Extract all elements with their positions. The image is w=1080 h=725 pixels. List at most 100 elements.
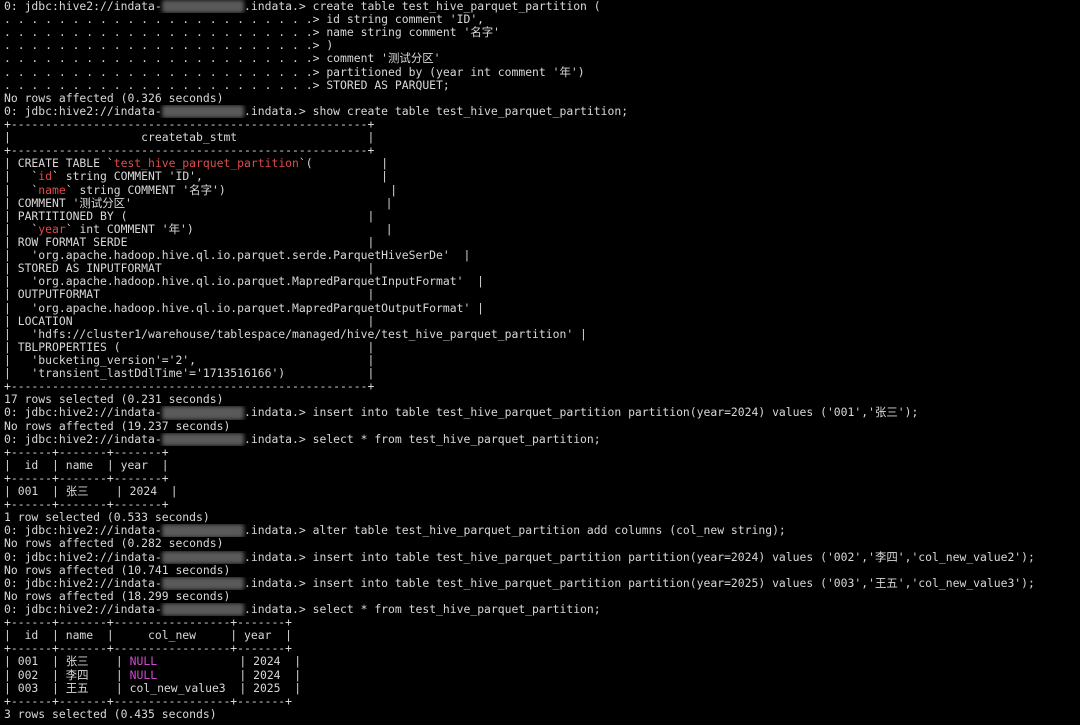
terminal-text: ` int COMMENT '年') |	[65, 222, 393, 236]
terminal-line: | 'org.apache.hadoop.hive.ql.io.parquet.…	[4, 302, 1080, 315]
terminal-text: +---------------------------------------…	[4, 117, 375, 131]
terminal-line: No rows affected (18.299 seconds)	[4, 590, 1080, 603]
terminal-text: No rows affected (10.741 seconds)	[4, 563, 231, 577]
terminal-line: | 'org.apache.hadoop.hive.ql.io.parquet.…	[4, 275, 1080, 288]
terminal-text: +------+-------+-----------------+------…	[4, 642, 293, 656]
terminal-text: 0: jdbc:hive2://indata-	[4, 406, 162, 420]
terminal-text: No rows affected (18.299 seconds)	[4, 589, 231, 603]
terminal-line: | `year` int COMMENT '年') |	[4, 223, 1080, 236]
terminal-text: | PARTITIONED BY ( |	[4, 209, 375, 223]
terminal-text: +------+-------+-----------------+------…	[4, 694, 293, 708]
terminal-text: 0: jdbc:hive2://indata-	[4, 104, 162, 118]
terminal-line: | TBLPROPERTIES ( |	[4, 341, 1080, 354]
terminal-line: | 'bucketing_version'='2', |	[4, 354, 1080, 367]
terminal-text: | TBLPROPERTIES ( |	[4, 340, 375, 354]
terminal-text: | 'hdfs://cluster1/warehouse/tablespace/…	[4, 327, 587, 341]
highlighted-identifier: id	[38, 170, 53, 184]
terminal-line: | `id` string COMMENT 'ID', |	[4, 170, 1080, 183]
highlighted-identifier: name	[38, 183, 66, 197]
redacted-hostname	[161, 603, 245, 617]
terminal-line: . . . . . . . . . . . . . . . . . . . . …	[4, 79, 1080, 92]
terminal-text: No rows affected (0.282 seconds)	[4, 537, 224, 551]
terminal-line: +------+-------+-------+	[4, 446, 1080, 459]
terminal-text: 0: jdbc:hive2://indata-	[4, 603, 162, 617]
terminal-line: | LOCATION |	[4, 315, 1080, 328]
terminal-text: No rows affected (0.326 seconds)	[4, 91, 224, 105]
redacted-hostname	[161, 550, 245, 564]
redacted-hostname	[161, 104, 245, 118]
terminal-text: . . . . . . . . . . . . . . . . . . . . …	[4, 52, 441, 66]
terminal-line: +---------------------------------------…	[4, 144, 1080, 157]
terminal-line: 0: jdbc:hive2://indata- .indata.> alter …	[4, 524, 1080, 538]
terminal-text: | 002 | 李四 |	[4, 668, 130, 682]
redacted-hostname	[161, 576, 245, 590]
terminal-line: 0: jdbc:hive2://indata- .indata.> insert…	[4, 406, 1080, 420]
terminal-text: +------+-------+-------+	[4, 471, 169, 485]
terminal-line: | STORED AS INPUTFORMAT |	[4, 262, 1080, 275]
terminal-line: | CREATE TABLE `test_hive_parquet_partit…	[4, 157, 1080, 170]
terminal-text: 0: jdbc:hive2://indata-	[4, 550, 162, 564]
terminal-line: . . . . . . . . . . . . . . . . . . . . …	[4, 66, 1080, 79]
terminal-line: 0: jdbc:hive2://indata- .indata.> show c…	[4, 104, 1080, 118]
terminal-text: No rows affected (19.237 seconds)	[4, 419, 231, 433]
terminal-line: | ROW FORMAT SERDE |	[4, 236, 1080, 249]
terminal-text: | ROW FORMAT SERDE |	[4, 235, 375, 249]
highlighted-identifier: year	[38, 222, 66, 236]
terminal-text: | 'org.apache.hadoop.hive.ql.io.parquet.…	[4, 301, 485, 315]
terminal-text: . . . . . . . . . . . . . . . . . . . . …	[4, 65, 585, 79]
terminal-line: . . . . . . . . . . . . . . . . . . . . …	[4, 39, 1080, 52]
terminal-text: 0: jdbc:hive2://indata-	[4, 0, 162, 13]
null-value: NULL	[129, 668, 158, 682]
terminal-text: .indata.> select * from test_hive_parque…	[244, 603, 601, 617]
terminal-text: `( |	[298, 157, 389, 171]
terminal-text: | 2024 |	[157, 668, 302, 682]
terminal-text: +------+-------+-------+	[4, 445, 169, 459]
highlighted-identifier: test_hive_parquet_partition	[113, 157, 299, 171]
terminal-line: | createtab_stmt |	[4, 131, 1080, 144]
terminal-text: .indata.> show create table test_hive_pa…	[244, 104, 629, 118]
terminal-line: | 001 | 张三 | 2024 |	[4, 485, 1080, 498]
terminal-text: | CREATE TABLE `	[4, 157, 114, 171]
terminal-text: | `	[4, 222, 39, 236]
terminal-line: No rows affected (0.282 seconds)	[4, 537, 1080, 550]
terminal-text: .indata.> insert into table test_hive_pa…	[244, 550, 1035, 564]
terminal-line: 0: jdbc:hive2://indata- .indata.> insert…	[4, 550, 1080, 564]
terminal-line: 17 rows selected (0.231 seconds)	[4, 393, 1080, 406]
terminal-text: .indata.> create table test_hive_parquet…	[244, 0, 601, 13]
terminal-text: . . . . . . . . . . . . . . . . . . . . …	[4, 39, 334, 53]
terminal-text: | `	[4, 170, 39, 184]
terminal-text: . . . . . . . . . . . . . . . . . . . . …	[4, 26, 500, 40]
terminal-line: 0: jdbc:hive2://indata- .indata.> insert…	[4, 576, 1080, 590]
terminal-text: ` string COMMENT '名字') |	[65, 183, 398, 197]
redacted-hostname	[161, 0, 245, 14]
terminal-line: 0: jdbc:hive2://indata- .indata.> create…	[4, 0, 1080, 14]
terminal-line: +---------------------------------------…	[4, 118, 1080, 131]
terminal-line: +------+-------+-------+	[4, 472, 1080, 485]
terminal-line: 1 row selected (0.533 seconds)	[4, 511, 1080, 524]
terminal-line: +------+-------+-------+	[4, 498, 1080, 511]
terminal-text: 0: jdbc:hive2://indata-	[4, 524, 162, 538]
terminal-line: | id | name | col_new | year |	[4, 629, 1080, 642]
terminal-line: 0: jdbc:hive2://indata- .indata.> select…	[4, 432, 1080, 446]
terminal-text: | createtab_stmt |	[4, 131, 375, 145]
terminal-line: | 001 | 张三 | NULL | 2024 |	[4, 655, 1080, 668]
terminal-text: | 'org.apache.hadoop.hive.ql.io.parquet.…	[4, 275, 485, 289]
terminal-text: .indata.> select * from test_hive_parque…	[244, 432, 601, 446]
terminal-text: | 2024 |	[157, 655, 302, 669]
terminal-line: | 'transient_lastDdlTime'='1713516166') …	[4, 367, 1080, 380]
terminal-line: 0: jdbc:hive2://indata- .indata.> select…	[4, 603, 1080, 617]
terminal-line: | OUTPUTFORMAT |	[4, 288, 1080, 301]
terminal-line: . . . . . . . . . . . . . . . . . . . . …	[4, 26, 1080, 39]
terminal-line: +------+-------+-----------------+------…	[4, 616, 1080, 629]
terminal-line: | `name` string COMMENT '名字') |	[4, 184, 1080, 197]
terminal-line: | 003 | 王五 | col_new_value3 | 2025 |	[4, 682, 1080, 695]
terminal-output[interactable]: 0: jdbc:hive2://indata- .indata.> create…	[4, 0, 1080, 725]
terminal-text: | id | name | year |	[4, 458, 169, 472]
terminal-text: +------+-------+-----------------+------…	[4, 616, 293, 630]
terminal-text: +------+-------+-------+	[4, 498, 169, 512]
terminal-line: | 'org.apache.hadoop.hive.ql.io.parquet.…	[4, 249, 1080, 262]
terminal-text: | id | name | col_new | year |	[4, 629, 293, 643]
terminal-line: +------+-------+-----------------+------…	[4, 695, 1080, 708]
terminal-text: 17 rows selected (0.231 seconds)	[4, 393, 224, 407]
terminal-line: | 002 | 李四 | NULL | 2024 |	[4, 669, 1080, 682]
